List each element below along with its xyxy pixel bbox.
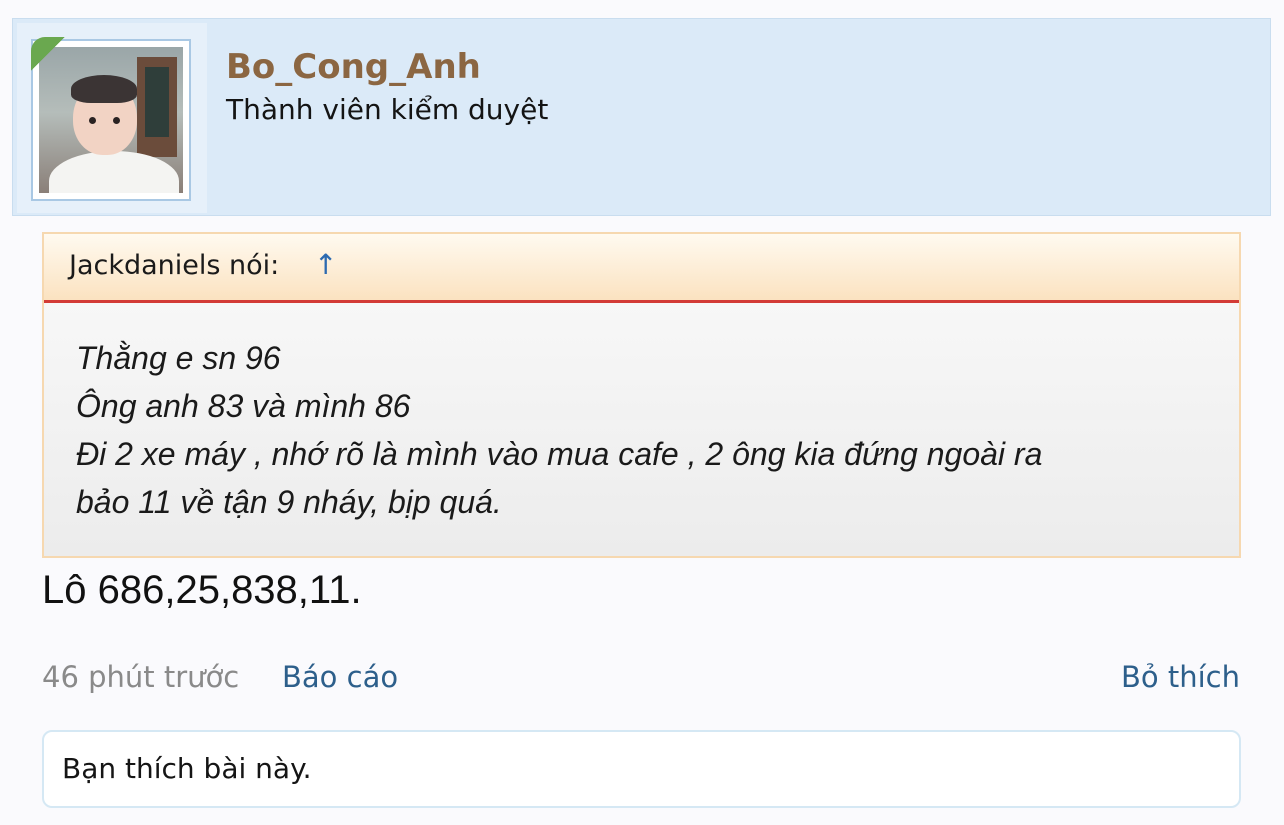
quote-content: Thằng e sn 96 Ông anh 83 và mình 86 Đi 2…	[76, 334, 1219, 526]
unlike-link[interactable]: Bỏ thích	[1121, 660, 1240, 694]
likes-summary: Bạn thích bài này.	[42, 730, 1241, 808]
user-header: Bo_Cong_Anh Thành viên kiểm duyệt	[12, 18, 1271, 216]
leaf-icon	[31, 37, 65, 71]
up-arrow-icon[interactable]: ↑	[314, 248, 337, 281]
likes-text: Bạn thích bài này.	[62, 752, 312, 785]
quote-line: bảo 11 về tận 9 nháy, bịp quá.	[76, 484, 502, 520]
quote-line: Ông anh 83 và mình 86	[76, 388, 411, 424]
quote-line: Thằng e sn 96	[76, 340, 281, 376]
quote-line: Đi 2 xe máy , nhớ rõ là mình vào mua caf…	[76, 436, 1043, 472]
user-title: Thành viên kiểm duyệt	[226, 93, 549, 126]
quote-block: Jackdaniels nói: ↑ Thằng e sn 96 Ông anh…	[42, 232, 1241, 558]
avatar-container	[17, 23, 207, 213]
quote-author: Jackdaniels nói:	[69, 250, 280, 281]
post-message: Lô 686,25,838,11.	[42, 568, 362, 612]
username-link[interactable]: Bo_Cong_Anh	[226, 47, 481, 87]
report-link[interactable]: Báo cáo	[282, 660, 398, 694]
post-time[interactable]: 46 phút trước	[42, 660, 239, 694]
quote-header: Jackdaniels nói: ↑	[44, 234, 1239, 303]
